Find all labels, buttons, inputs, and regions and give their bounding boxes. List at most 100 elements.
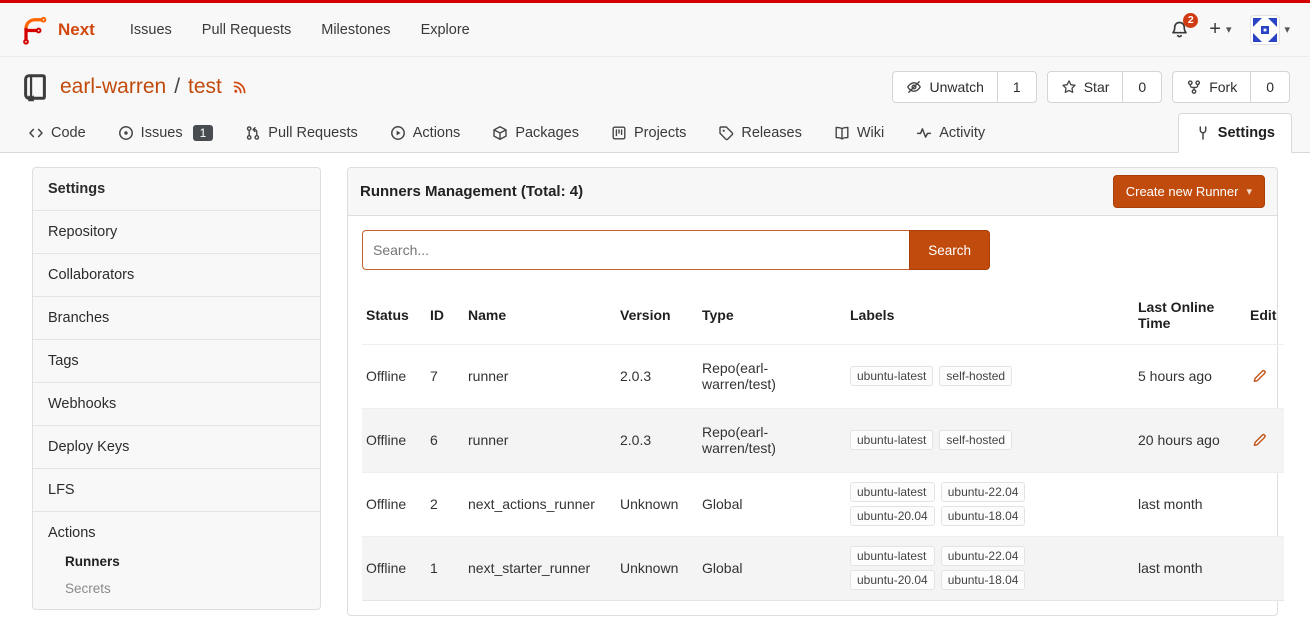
repo-action-unwatch: Unwatch 1 [892, 71, 1036, 103]
label-chip: ubuntu-18.04 [941, 506, 1026, 526]
table-row: Offline7runner2.0.3Repo(earl-warren/test… [362, 344, 1284, 408]
cell-type: Repo(earl-warren/test) [698, 344, 846, 408]
label-chip: ubuntu-latest [850, 430, 933, 450]
edit-runner-button[interactable] [1250, 367, 1269, 386]
cell-type: Global [698, 536, 846, 600]
tab-label: Wiki [857, 125, 884, 141]
nav-item-pull-requests[interactable]: Pull Requests [187, 14, 306, 46]
sidebar-item-tags[interactable]: Tags [33, 340, 320, 382]
col-status: Status [362, 286, 426, 344]
pencil-icon [1252, 369, 1267, 384]
fork-count[interactable]: 0 [1251, 72, 1289, 102]
sidebar-item-runners[interactable]: Runners [65, 549, 320, 574]
tab-label: Projects [634, 125, 686, 141]
nav-item-milestones[interactable]: Milestones [306, 14, 405, 46]
tab-pull-requests[interactable]: Pull Requests [235, 113, 367, 152]
cell-last-online: last month [1134, 472, 1246, 536]
repo-action-star: Star0 [1047, 71, 1162, 103]
cell-version: Unknown [616, 536, 698, 600]
unwatch-label: Unwatch [929, 79, 983, 95]
runner-search-form: Search [362, 230, 990, 270]
star-count[interactable]: 0 [1123, 72, 1161, 102]
sidebar-item-branches[interactable]: Branches [33, 297, 320, 339]
label-chip: self-hosted [939, 366, 1012, 386]
tab-label: Settings [1218, 125, 1275, 141]
cell-status: Offline [362, 408, 426, 472]
unwatch-button[interactable]: Unwatch [893, 72, 997, 102]
nav-item-explore[interactable]: Explore [406, 14, 485, 46]
cell-status: Offline [362, 536, 426, 600]
user-avatar [1251, 16, 1279, 44]
pencil-icon [1252, 433, 1267, 448]
brand-label: Next [58, 20, 95, 40]
issue-icon [118, 125, 134, 141]
nav-item-issues[interactable]: Issues [115, 14, 187, 46]
cell-version: Unknown [616, 472, 698, 536]
chevron-down-icon: ▾ [1246, 185, 1252, 198]
eye-slash-icon [906, 79, 922, 95]
label-chip: ubuntu-20.04 [850, 570, 935, 590]
sidebar-item-lfs[interactable]: LFS [33, 469, 320, 511]
table-row: Offline1next_starter_runnerUnknownGlobal… [362, 536, 1284, 600]
settings-sidebar: Settings RepositoryCollaboratorsBranches… [32, 167, 321, 626]
tag-icon [718, 125, 734, 141]
tab-code[interactable]: Code [18, 113, 96, 152]
fork-label: Fork [1209, 79, 1237, 95]
tab-projects[interactable]: Projects [601, 113, 696, 152]
book-icon [834, 125, 850, 141]
tab-issues[interactable]: Issues1 [108, 113, 224, 152]
fork-button[interactable]: Fork [1173, 72, 1251, 102]
tab-wiki[interactable]: Wiki [824, 113, 894, 152]
tab-actions[interactable]: Actions [380, 113, 471, 152]
col-version: Version [616, 286, 698, 344]
label-chip: ubuntu-22.04 [941, 482, 1026, 502]
unwatch-count[interactable]: 1 [998, 72, 1036, 102]
sidebar-item-secrets[interactable]: Secrets [65, 576, 320, 601]
tab-label: Actions [413, 125, 461, 141]
sidebar-item-repository[interactable]: Repository [33, 211, 320, 253]
repo-icon [20, 72, 50, 102]
cell-status: Offline [362, 472, 426, 536]
cell-last-online: last month [1134, 536, 1246, 600]
sidebar-item-webhooks[interactable]: Webhooks [33, 383, 320, 425]
sidebar-item-deploy-keys[interactable]: Deploy Keys [33, 426, 320, 468]
repo-name-link[interactable]: test [188, 75, 222, 99]
create-menu-button[interactable]: + ▾ [1209, 18, 1231, 41]
pr-icon [245, 125, 261, 141]
notifications-button[interactable]: 2 [1170, 20, 1189, 39]
home-link[interactable]: Next [20, 15, 95, 45]
cell-type: Global [698, 472, 846, 536]
edit-runner-button[interactable] [1250, 431, 1269, 450]
rss-icon[interactable] [232, 79, 248, 95]
package-icon [492, 125, 508, 141]
repo-separator: / [174, 75, 180, 99]
create-runner-button[interactable]: Create new Runner ▾ [1113, 175, 1265, 208]
sidebar-item-collaborators[interactable]: Collaborators [33, 254, 320, 296]
search-button[interactable]: Search [909, 230, 990, 270]
col-id: ID [426, 286, 464, 344]
star-icon [1061, 79, 1077, 95]
repo-title: earl-warren / test [20, 72, 248, 102]
search-input[interactable] [362, 230, 909, 270]
sidebar-item-actions[interactable]: Actions [33, 512, 320, 549]
cell-id: 7 [426, 344, 464, 408]
cell-name: runner [464, 344, 616, 408]
tab-label: Releases [741, 125, 801, 141]
col-labels: Labels [846, 286, 1134, 344]
star-button[interactable]: Star [1048, 72, 1124, 102]
tab-releases[interactable]: Releases [708, 113, 811, 152]
repo-owner-link[interactable]: earl-warren [60, 75, 166, 99]
tab-activity[interactable]: Activity [906, 113, 995, 152]
runner-labels: ubuntu-latestubuntu-22.04ubuntu-20.04ubu… [850, 482, 1025, 526]
cell-last-online: 5 hours ago [1134, 344, 1246, 408]
forgejo-logo-icon [20, 15, 50, 45]
tab-packages[interactable]: Packages [482, 113, 589, 152]
cell-last-online: 20 hours ago [1134, 408, 1246, 472]
col-type: Type [698, 286, 846, 344]
label-chip: self-hosted [939, 430, 1012, 450]
cell-name: next_actions_runner [464, 472, 616, 536]
cell-edit [1246, 344, 1284, 408]
tab-settings[interactable]: Settings [1178, 113, 1292, 153]
notification-badge: 2 [1183, 13, 1198, 28]
user-menu-button[interactable]: ▾ [1251, 16, 1290, 44]
